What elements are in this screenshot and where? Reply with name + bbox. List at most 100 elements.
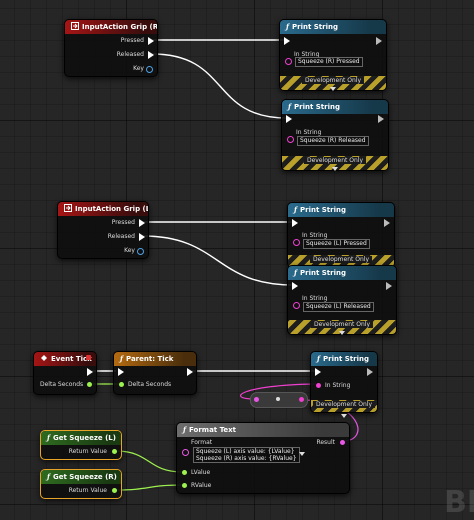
delta-seconds-pin[interactable] bbox=[119, 382, 124, 387]
dev-only-label: Development Only bbox=[312, 401, 376, 408]
input-event-icon bbox=[64, 204, 72, 212]
conversion-out-pin[interactable] bbox=[299, 397, 304, 402]
rvalue-label: RValue bbox=[191, 482, 212, 489]
released-exec-pin[interactable] bbox=[148, 51, 154, 59]
exec-out-pin[interactable] bbox=[376, 37, 382, 45]
return-value-pin[interactable] bbox=[112, 488, 117, 493]
result-label: Result bbox=[316, 439, 335, 446]
node-header: ƒ Print String bbox=[288, 266, 396, 280]
format-text-node[interactable]: ƒ Format Text Format Squeeze (L) axis val… bbox=[176, 422, 350, 494]
get-squeeze-l-node[interactable]: ƒ Get Squeeze (L) Return Value bbox=[40, 430, 122, 460]
in-string-pin[interactable] bbox=[316, 383, 321, 388]
in-string-field[interactable]: Squeeze (L) Released bbox=[303, 302, 374, 312]
node-title: Get Squeeze (L) bbox=[53, 434, 116, 442]
exec-in-pin[interactable] bbox=[315, 368, 321, 376]
parent-tick-node[interactable]: ƒ Parent: Tick Delta Seconds bbox=[113, 351, 197, 395]
released-label: Released bbox=[107, 233, 135, 240]
expand-chevron-icon[interactable] bbox=[339, 331, 345, 335]
input-action-grip-r-node[interactable]: InputAction Grip (R) Pressed Released Ke… bbox=[64, 19, 158, 77]
in-string-pin[interactable] bbox=[293, 302, 300, 309]
key-label: Key bbox=[124, 247, 135, 254]
delegate-pin[interactable] bbox=[86, 355, 91, 360]
result-pin[interactable] bbox=[340, 440, 345, 445]
in-string-field[interactable]: Squeeze (R) Pressed bbox=[295, 57, 363, 67]
node-header: ƒ Format Text bbox=[177, 423, 349, 437]
conversion-in-pin[interactable] bbox=[254, 397, 259, 402]
conversion-node[interactable] bbox=[250, 392, 308, 408]
expand-chevron-icon[interactable] bbox=[330, 87, 336, 91]
input-event-icon bbox=[71, 22, 79, 30]
delta-seconds-pin[interactable] bbox=[87, 382, 92, 387]
dev-only-label: Development Only bbox=[303, 157, 367, 164]
in-string-pin[interactable] bbox=[285, 58, 292, 65]
delta-seconds-label: Delta Seconds bbox=[128, 381, 172, 388]
lvalue-pin[interactable] bbox=[182, 470, 187, 475]
pressed-exec-pin[interactable] bbox=[148, 37, 154, 45]
exec-in-pin[interactable] bbox=[284, 37, 290, 45]
exec-out-pin[interactable] bbox=[384, 219, 390, 227]
exec-in-pin[interactable] bbox=[286, 115, 292, 123]
exec-out-pin[interactable] bbox=[386, 282, 392, 290]
format-pin[interactable] bbox=[182, 449, 189, 456]
print-string-node[interactable]: ƒ Print String In String Development Only bbox=[310, 351, 378, 418]
node-header: ƒ Print String bbox=[280, 20, 386, 34]
print-string-node[interactable]: ƒ Print String In String Squeeze (R) Rele… bbox=[281, 99, 389, 171]
get-squeeze-r-node[interactable]: ƒ Get Squeeze (R) Return Value bbox=[40, 469, 122, 499]
dev-only-label: Development Only bbox=[301, 77, 365, 84]
pressed-exec-pin[interactable] bbox=[139, 219, 145, 227]
expand-chevron-icon[interactable] bbox=[341, 414, 347, 418]
return-value-label: Return Value bbox=[68, 487, 107, 494]
exec-in-pin[interactable] bbox=[292, 282, 298, 290]
node-title: InputAction Grip (R) bbox=[82, 23, 157, 31]
in-string-pin[interactable] bbox=[287, 136, 294, 143]
format-dropdown-icon[interactable] bbox=[299, 452, 305, 456]
format-line-1: Squeeze (L) axis value: {LValue} bbox=[196, 448, 295, 455]
exec-out-pin[interactable] bbox=[87, 368, 93, 376]
key-pin[interactable] bbox=[146, 66, 153, 73]
event-tick-node[interactable]: Event Tick Delta Seconds bbox=[33, 351, 97, 395]
node-title: Print String bbox=[292, 23, 338, 31]
rvalue-pin[interactable] bbox=[182, 483, 187, 488]
node-title: Print String bbox=[300, 269, 346, 277]
released-exec-pin[interactable] bbox=[139, 233, 145, 241]
node-title: Get Squeeze (R) bbox=[53, 473, 117, 481]
exec-out-pin[interactable] bbox=[378, 115, 384, 123]
dev-only-label: Development Only bbox=[310, 321, 374, 328]
function-icon: ƒ bbox=[294, 268, 298, 277]
node-header: ƒ Parent: Tick bbox=[114, 352, 196, 366]
function-icon: ƒ bbox=[288, 102, 292, 111]
in-string-pin[interactable] bbox=[293, 239, 300, 246]
print-string-node[interactable]: ƒ Print String In String Squeeze (L) Rele… bbox=[287, 265, 397, 335]
print-string-node[interactable]: ƒ Print String In String Squeeze (L) Pres… bbox=[287, 202, 395, 268]
released-label: Released bbox=[116, 51, 144, 58]
exec-in-pin[interactable] bbox=[292, 219, 298, 227]
node-header: ƒ Print String bbox=[311, 352, 377, 366]
pressed-label: Pressed bbox=[111, 219, 135, 226]
development-only-banner: Development Only bbox=[311, 400, 377, 412]
print-string-node[interactable]: ƒ Print String In String Squeeze (R) Pres… bbox=[279, 19, 387, 91]
return-value-pin[interactable] bbox=[112, 449, 117, 454]
exec-out-pin[interactable] bbox=[187, 368, 193, 376]
function-icon: ƒ bbox=[317, 354, 321, 363]
node-title: Print String bbox=[294, 103, 340, 111]
exec-in-pin[interactable] bbox=[118, 368, 124, 376]
expand-chevron-icon[interactable] bbox=[332, 167, 338, 171]
function-icon: ƒ bbox=[294, 205, 298, 214]
node-title: Format Text bbox=[189, 426, 237, 434]
conversion-dot-icon bbox=[276, 397, 280, 401]
in-string-label: In String bbox=[302, 295, 328, 302]
node-title: Print String bbox=[300, 206, 346, 214]
watermark-text: BI bbox=[443, 485, 474, 520]
in-string-label: In String bbox=[296, 129, 322, 136]
key-pin[interactable] bbox=[137, 248, 144, 255]
function-icon: ƒ bbox=[47, 472, 51, 481]
format-field[interactable]: Squeeze (L) axis value: {LValue} Squeeze… bbox=[193, 447, 300, 463]
input-action-grip-l-node[interactable]: InputAction Grip (L) Pressed Released Ke… bbox=[57, 201, 149, 259]
exec-out-pin[interactable] bbox=[367, 368, 373, 376]
dev-only-label: Development Only bbox=[309, 256, 373, 263]
in-string-field[interactable]: Squeeze (L) Pressed bbox=[303, 239, 370, 249]
node-title: Print String bbox=[323, 355, 369, 363]
return-value-label: Return Value bbox=[68, 448, 107, 455]
in-string-field[interactable]: Squeeze (R) Released bbox=[297, 136, 369, 146]
node-header: InputAction Grip (L) bbox=[58, 202, 148, 216]
